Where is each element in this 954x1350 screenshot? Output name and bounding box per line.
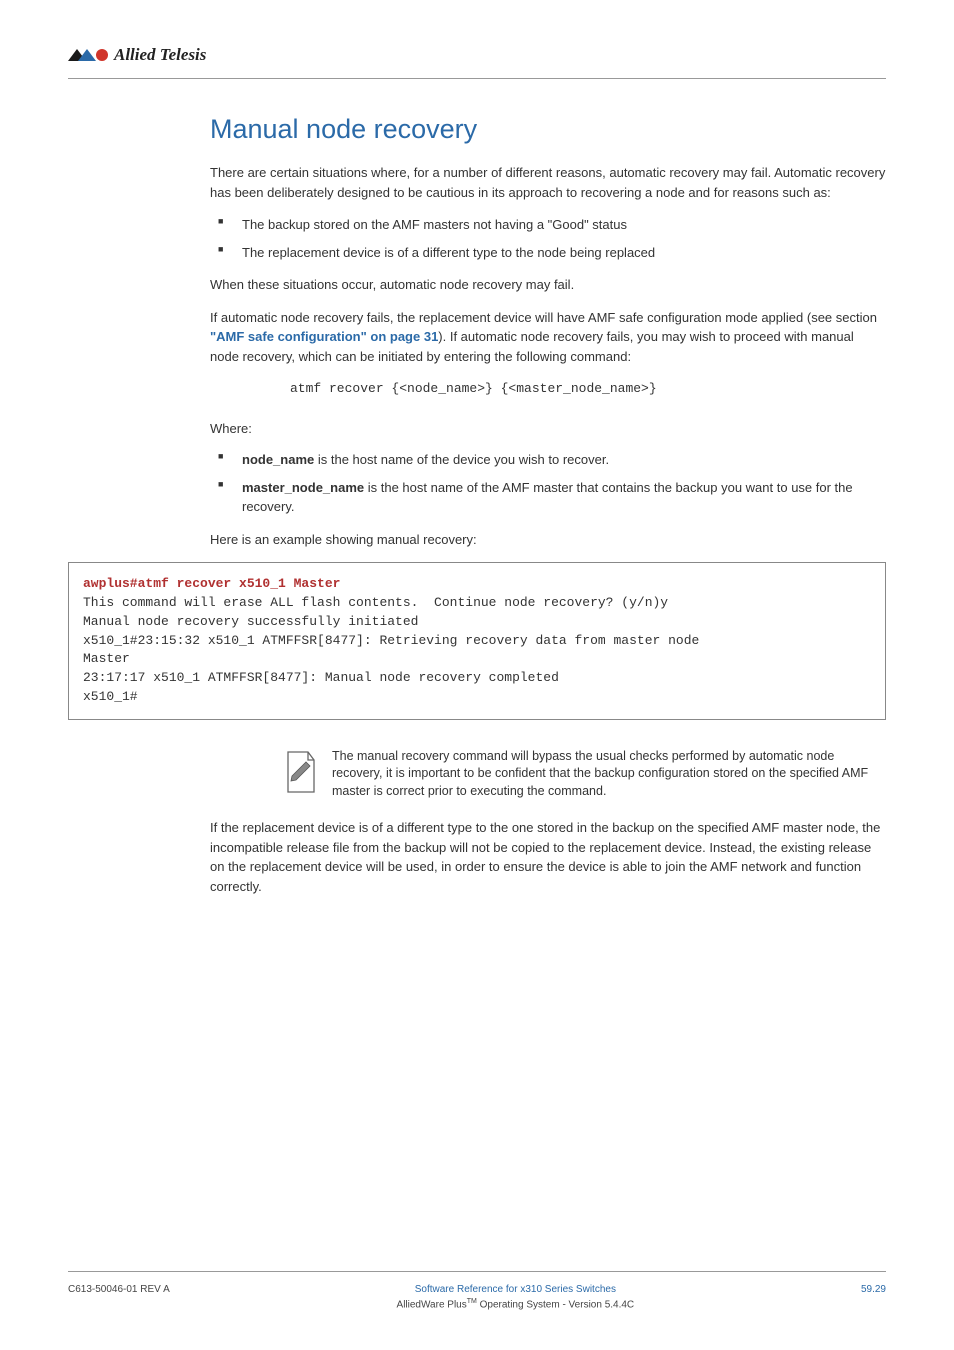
list-item: node_name is the host name of the device… (210, 450, 886, 470)
list-item: master_node_name is the host name of the… (210, 478, 886, 517)
closing-paragraph: If the replacement device is of a differ… (210, 818, 886, 896)
brand-logo: Allied Telesis (68, 42, 206, 68)
example-intro: Here is an example showing manual recove… (210, 530, 886, 550)
footer-product-ref: Software Reference for x310 Series Switc… (397, 1282, 635, 1297)
footer-center: Software Reference for x310 Series Switc… (397, 1282, 635, 1312)
command-syntax: atmf recover {<node_name>} {<master_node… (290, 379, 886, 399)
section-title: Manual node recovery (210, 109, 886, 150)
reason-list: The backup stored on the AMF masters not… (210, 215, 886, 262)
where-list: node_name is the host name of the device… (210, 450, 886, 517)
note-icon (282, 748, 318, 796)
text-run: Operating System - Version 5.4.4C (477, 1299, 634, 1310)
brand-logo-icon (68, 47, 110, 63)
note-callout: The manual recovery command will bypass … (282, 748, 886, 801)
term: master_node_name (242, 480, 364, 495)
trademark-symbol: TM (467, 1298, 477, 1305)
terminal-command: awplus#atmf recover x510_1 Master (83, 576, 340, 591)
footer-os-version: AlliedWare PlusTM Operating System - Ver… (397, 1297, 635, 1312)
brand-name: Allied Telesis (114, 42, 206, 68)
term: node_name (242, 452, 314, 467)
footer-divider (68, 1271, 886, 1272)
footer-page-number: 59.29 (861, 1282, 886, 1297)
terminal-text: This command will erase ALL flash conten… (83, 595, 699, 704)
intro-paragraph: There are certain situations where, for … (210, 163, 886, 202)
footer-doc-id: C613-50046-01 REV A (68, 1282, 170, 1297)
safe-config-paragraph: If automatic node recovery fails, the re… (210, 308, 886, 367)
terminal-output: awplus#atmf recover x510_1 Master This c… (68, 562, 886, 720)
list-item: The replacement device is of a different… (210, 243, 886, 263)
safe-config-link[interactable]: "AMF safe configuration" on page 31 (210, 329, 438, 344)
where-label: Where: (210, 419, 886, 439)
text-run: If automatic node recovery fails, the re… (210, 310, 877, 325)
list-item: The backup stored on the AMF masters not… (210, 215, 886, 235)
page-footer: C613-50046-01 REV A Software Reference f… (68, 1271, 886, 1312)
term-desc: is the host name of the device you wish … (314, 452, 609, 467)
fail-paragraph: When these situations occur, automatic n… (210, 275, 886, 295)
text-run: AlliedWare Plus (397, 1299, 467, 1310)
note-text: The manual recovery command will bypass … (332, 748, 886, 801)
header-divider (68, 78, 886, 79)
page-header: Allied Telesis (68, 42, 886, 68)
